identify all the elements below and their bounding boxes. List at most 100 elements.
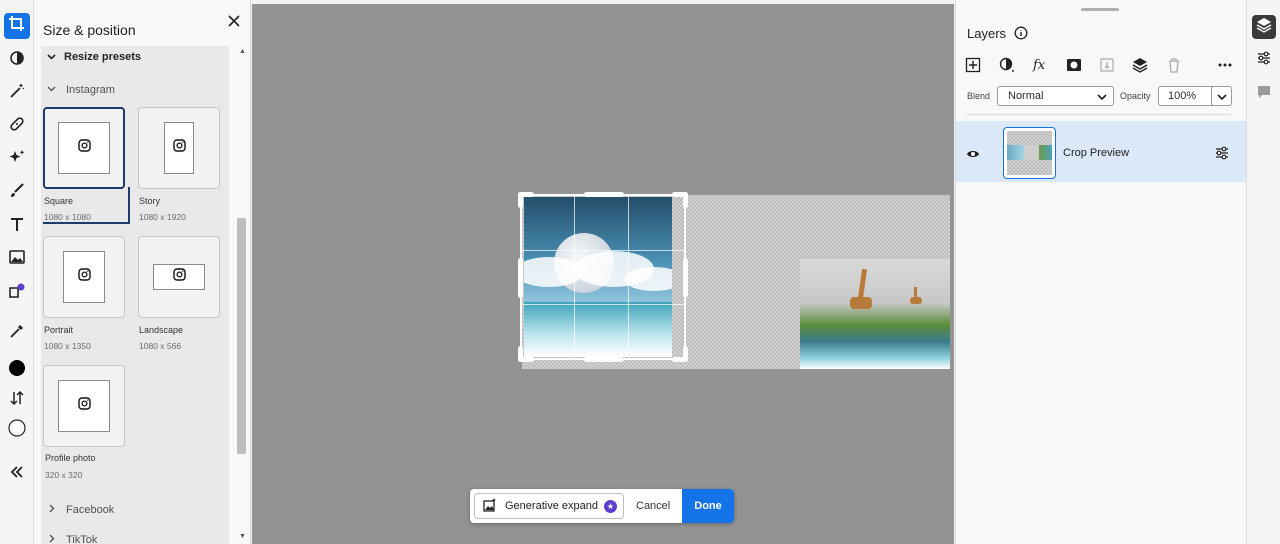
facebook-group-header[interactable]: Facebook [41, 500, 114, 520]
panel-drag-handle[interactable] [1081, 8, 1119, 11]
add-layer-icon [965, 57, 981, 78]
comment-icon [1256, 84, 1272, 105]
crop-handle-bottom-left[interactable] [518, 346, 523, 362]
preset-landscape[interactable] [138, 236, 220, 318]
brush-tool[interactable] [4, 180, 30, 206]
crop-grid-line [574, 196, 575, 358]
preset-portrait[interactable] [43, 236, 125, 318]
crop-handle-left[interactable] [518, 258, 523, 298]
instagram-icon [172, 139, 186, 157]
chevron-down-icon [1097, 92, 1107, 105]
clip-icon [1099, 57, 1115, 78]
empty-circle-icon [8, 418, 26, 442]
effects-button[interactable]: fx [1032, 58, 1050, 76]
eyedropper-tool[interactable] [4, 320, 30, 346]
generative-expand-button[interactable]: Generative expand ★ [474, 493, 624, 519]
crop-handle-top[interactable] [584, 192, 624, 197]
more-options-button[interactable] [1216, 58, 1234, 76]
scroll-up-arrow-icon[interactable]: ▲ [239, 48, 246, 55]
layer-thumbnail[interactable] [1003, 127, 1056, 179]
delete-layer-button[interactable] [1165, 57, 1183, 78]
fx-icon: fx [1032, 57, 1050, 78]
foreground-color-swatch[interactable] [4, 357, 30, 383]
add-image-tool[interactable] [4, 246, 30, 272]
crop-handle-top-left[interactable] [518, 192, 523, 208]
properties-panel-toggle[interactable] [1252, 48, 1276, 72]
layers-panel-toggle[interactable] [1252, 15, 1276, 39]
add-layer-button[interactable] [964, 57, 982, 78]
background-color-swatch[interactable] [4, 417, 30, 443]
crop-grid-line [522, 250, 684, 251]
trash-icon [1166, 57, 1182, 78]
crop-frame[interactable] [518, 192, 688, 362]
bandage-icon [8, 115, 26, 138]
done-button[interactable]: Done [682, 489, 734, 523]
savanna-background [800, 259, 950, 369]
preset-size: 1080 x 1080 [44, 212, 91, 222]
preset-name: Square [44, 196, 74, 206]
swap-icon [8, 389, 26, 412]
add-asset-tool[interactable] [4, 280, 30, 306]
clip-layer-button[interactable] [1098, 57, 1116, 78]
chevron-down-icon [47, 84, 56, 96]
comments-panel-toggle[interactable] [1252, 82, 1276, 106]
mask-button[interactable] [1065, 58, 1083, 76]
opacity-input[interactable]: 100% [1158, 86, 1232, 106]
adjustment-layer-button[interactable] [998, 57, 1016, 76]
presets-list: Resize presets Instagram Square 1080 x 1… [41, 46, 229, 544]
blend-label: Blend [967, 91, 991, 101]
adjustments-tool[interactable] [4, 47, 30, 73]
scroll-thumb[interactable] [237, 218, 246, 454]
sliders-icon [1256, 50, 1272, 71]
layer-stack-button[interactable] [1131, 57, 1149, 76]
right-rail [1246, 0, 1280, 544]
layer-item[interactable]: Crop Preview [956, 121, 1246, 182]
generative-expand-icon [483, 497, 497, 515]
layer-properties-icon[interactable] [1214, 145, 1230, 166]
swap-colors-button[interactable] [4, 387, 30, 413]
eye-icon[interactable] [966, 146, 980, 164]
instagram-group-header[interactable]: Instagram [41, 80, 115, 100]
crop-tool[interactable] [4, 13, 30, 39]
crop-handle-right[interactable] [683, 258, 688, 298]
heal-tool[interactable] [4, 113, 30, 139]
close-icon [228, 14, 240, 32]
thumbnail-image-strip [1007, 145, 1052, 160]
eyedropper-icon [8, 322, 26, 345]
text-icon [8, 216, 26, 239]
panel-close-button[interactable] [225, 14, 243, 32]
scroll-down-arrow-icon[interactable]: ▼ [239, 533, 246, 540]
preset-story[interactable] [138, 107, 220, 189]
preset-square[interactable] [43, 107, 125, 189]
preset-frame [153, 264, 205, 290]
blend-mode-select[interactable]: Normal [997, 86, 1114, 106]
crop-handle-bottom-right[interactable] [683, 346, 688, 362]
resize-presets-header[interactable]: Resize presets [41, 46, 229, 68]
canvas-area[interactable]: Generative expand ★ Cancel Done [252, 4, 954, 544]
preset-name: Portrait [44, 325, 74, 335]
preset-name: Story [139, 196, 161, 206]
blend-mode-value: Normal [1008, 90, 1044, 102]
crop-action-bar: Generative expand ★ Cancel Done [470, 489, 734, 523]
tiktok-group-header[interactable]: TikTok [41, 530, 97, 544]
instagram-icon [172, 268, 186, 286]
magic-wand-tool[interactable] [4, 80, 30, 106]
layers-title: Layers [967, 26, 1007, 41]
preset-profile-photo[interactable] [43, 365, 125, 447]
chevron-down-icon [47, 48, 56, 66]
crop-grid-line [522, 304, 684, 305]
crop-handle-bottom[interactable] [584, 357, 624, 362]
text-tool[interactable] [4, 214, 30, 240]
magic-wand-icon [8, 82, 26, 105]
sparkle-icon [8, 148, 26, 171]
facebook-group-label: Facebook [66, 504, 115, 516]
collapse-rail-button[interactable] [4, 461, 30, 487]
cancel-button[interactable]: Cancel [636, 500, 670, 512]
info-icon[interactable] [1014, 26, 1028, 40]
tool-rail [0, 0, 34, 544]
crop-handle-top-right[interactable] [683, 192, 688, 208]
generative-tool[interactable] [4, 146, 30, 172]
tiktok-group-label: TikTok [66, 534, 98, 544]
chevron-down-icon[interactable] [1217, 92, 1227, 105]
brush-icon [8, 182, 26, 205]
